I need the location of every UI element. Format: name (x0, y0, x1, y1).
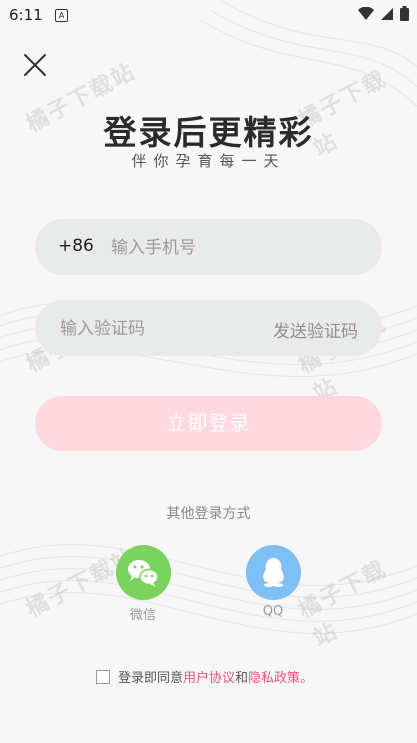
wechat-icon (115, 545, 171, 600)
status-time: 6:11 (9, 6, 43, 24)
other-login-label: 其他登录方式 (166, 506, 251, 522)
send-code-button[interactable]: 发送验证码 (273, 317, 358, 342)
phone-input[interactable] (109, 233, 363, 263)
watermark: 橘子下载站 (294, 556, 392, 652)
privacy-policy-link[interactable]: 隐私政策 (248, 667, 300, 686)
wifi-icon (358, 6, 374, 20)
wechat-label: 微信 (129, 608, 156, 623)
code-field: 发送验证码 (35, 300, 382, 356)
verification-code-input[interactable] (58, 314, 242, 344)
agreement-prefix: 登录即同意 (118, 671, 184, 686)
page-subtitle: 伴你孕育每一天 (131, 152, 286, 170)
app-notification-icon: A (55, 9, 68, 22)
close-icon (24, 54, 46, 76)
user-agreement-link[interactable]: 用户协议 (183, 667, 235, 686)
qq-icon (245, 545, 301, 600)
wechat-login-button[interactable]: 微信 (108, 545, 178, 623)
agreement-row: 登录即同意 用户协议和隐私政策。 (96, 667, 313, 686)
phone-field: +86 (35, 219, 382, 275)
close-button[interactable] (20, 50, 50, 80)
status-bar: 6:11 A (0, 0, 417, 30)
agreement-and: 和 (235, 671, 249, 686)
country-code-selector[interactable]: +86 (58, 236, 94, 256)
signal-icon (381, 7, 393, 20)
qq-label: QQ (262, 604, 284, 619)
status-icons (358, 6, 409, 21)
qq-login-button[interactable]: QQ (238, 545, 308, 619)
battery-icon (400, 6, 409, 21)
agreement-suffix: 。 (300, 671, 314, 686)
login-button[interactable]: 立即登录 (35, 396, 382, 451)
agreement-checkbox[interactable] (96, 669, 110, 684)
page-title: 登录后更精彩 (103, 113, 314, 152)
